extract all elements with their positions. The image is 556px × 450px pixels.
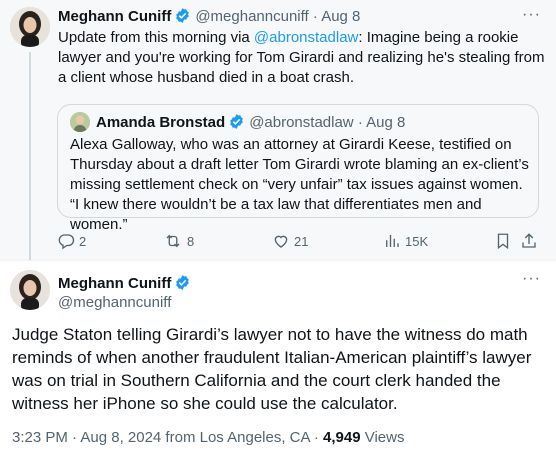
author-name[interactable]: Meghann Cuniff: [58, 275, 171, 292]
tweet1-header: Meghann Cuniff @meghanncuniff · Aug 8: [58, 7, 360, 30]
reply-icon: [58, 234, 75, 250]
share-button[interactable]: [520, 231, 538, 251]
author-handle[interactable]: @meghanncuniff: [58, 293, 171, 313]
repost-count: 8: [187, 233, 195, 249]
author-name[interactable]: Meghann Cuniff: [58, 8, 171, 25]
tweet2-text: Judge Staton telling Girardi’s lawyer no…: [12, 325, 532, 413]
quote-author-name: Amanda Bronstad: [96, 114, 226, 131]
views-total: 4,949: [323, 429, 361, 446]
quote-text: Alexa Galloway, who was an attorney at G…: [70, 136, 529, 233]
bookmark-button[interactable]: [494, 231, 512, 251]
views-label: Views: [360, 429, 405, 446]
views-button[interactable]: 15K: [383, 231, 428, 251]
tweet1-text: Update from this morning via @abronstadl…: [58, 28, 550, 88]
quote-author-handle: @abronstadlaw: [249, 114, 354, 131]
avatar-photo: [10, 7, 50, 47]
verified-badge-icon: [174, 274, 191, 297]
quote-avatar: [70, 112, 90, 132]
thread-line: [29, 52, 31, 260]
avatar[interactable]: [10, 270, 50, 310]
quote-header: Amanda Bronstad @abronstadlaw · Aug 8: [70, 112, 405, 136]
divider: [0, 260, 556, 261]
verified-badge-icon: [228, 113, 245, 136]
author-handle[interactable]: @meghanncuniff: [195, 8, 308, 25]
mention-link[interactable]: @abronstadlaw: [254, 29, 358, 46]
more-icon[interactable]: ···: [522, 6, 541, 24]
more-icon[interactable]: ···: [522, 270, 541, 288]
avatar[interactable]: [10, 7, 50, 47]
timestamp-link[interactable]: 3:23 PM · Aug 8, 2024 from Los Angeles, …: [12, 429, 323, 446]
tweet-text-part: Update from this morning via: [58, 29, 254, 46]
reply-count: 2: [79, 233, 87, 249]
views-count: 15K: [405, 233, 429, 249]
views-icon: [386, 235, 399, 247]
tweet-time[interactable]: · Aug 8: [313, 8, 361, 25]
share-icon: [522, 233, 536, 248]
like-button[interactable]: 21: [272, 231, 308, 251]
bookmark-icon: [497, 233, 509, 250]
repost-icon: [166, 234, 180, 248]
quote-time: · Aug 8: [357, 114, 406, 131]
avatar-photo: [10, 270, 50, 310]
like-count: 21: [294, 233, 309, 249]
quoted-tweet[interactable]: Amanda Bronstad @abronstadlaw · Aug 8 Ale…: [57, 104, 539, 233]
tweet-meta: 3:23 PM · Aug 8, 2024 from Los Angeles, …: [12, 428, 404, 448]
like-icon: [274, 235, 288, 248]
repost-button[interactable]: 8: [163, 231, 194, 251]
verified-badge-icon: [174, 7, 191, 30]
reply-button[interactable]: 2: [57, 231, 86, 251]
